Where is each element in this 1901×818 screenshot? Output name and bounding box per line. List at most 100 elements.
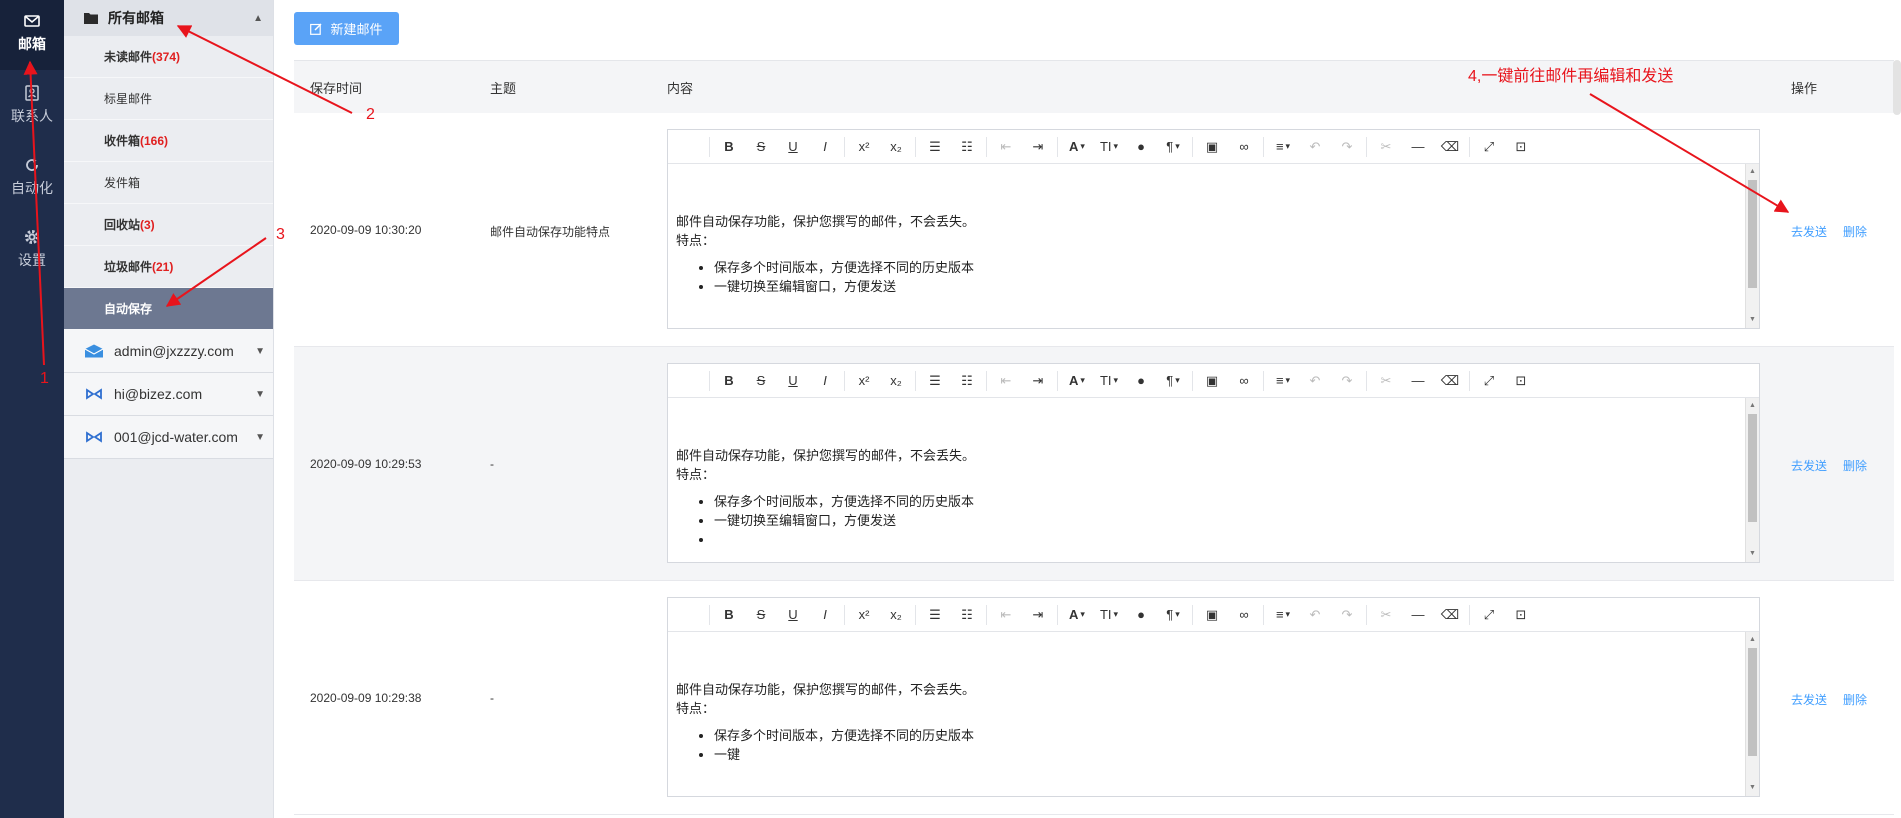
editor-content[interactable]: 邮件自动保存功能，保护您撰写的邮件，不会丢失。特点： 保存多个时间版本，方便选择不… xyxy=(668,164,1745,328)
italic-icon[interactable]: I xyxy=(809,364,841,398)
bullet-list-icon[interactable]: ☰ xyxy=(919,598,951,632)
paragraph-icon[interactable]: ¶ xyxy=(1157,130,1189,164)
font-size-icon[interactable]: TI xyxy=(1093,364,1125,398)
new-mail-button[interactable]: 新建邮件 xyxy=(294,12,399,45)
folder-starred[interactable]: 标星邮件 xyxy=(64,78,273,120)
scroll-down-arrow-icon[interactable]: ▼ xyxy=(1746,548,1759,560)
outdent-icon[interactable]: ⇤ xyxy=(990,130,1022,164)
subscript-icon[interactable]: x₂ xyxy=(880,598,912,632)
bold-icon[interactable]: B xyxy=(713,364,745,398)
paragraph-icon[interactable]: ¶ xyxy=(1157,364,1189,398)
eraser-icon[interactable]: ⌫ xyxy=(1434,598,1466,632)
link-icon[interactable]: ∞ xyxy=(1228,364,1260,398)
indent-icon[interactable]: ⇥ xyxy=(1022,130,1054,164)
scroll-down-arrow-icon[interactable]: ▼ xyxy=(1746,314,1759,326)
outdent-icon[interactable]: ⇤ xyxy=(990,364,1022,398)
page-scrollbar[interactable] xyxy=(1893,60,1901,115)
rich-text-editor[interactable]: BSUIx²x₂☰☷⇤⇥ATI●¶▣∞≡↶↷✂—⌫⤢⊡邮件自动保存功能，保护您撰… xyxy=(667,129,1760,329)
undo-icon[interactable]: ↶ xyxy=(1299,364,1331,398)
subscript-icon[interactable]: x₂ xyxy=(880,364,912,398)
align-icon[interactable]: ≡ xyxy=(1267,130,1299,164)
bold-icon[interactable]: B xyxy=(713,598,745,632)
select-all-icon[interactable]: ⊡ xyxy=(1505,598,1537,632)
horizontal-rule-icon[interactable]: — xyxy=(1402,598,1434,632)
font-size-icon[interactable]: TI xyxy=(1093,130,1125,164)
image-icon[interactable]: ▣ xyxy=(1196,130,1228,164)
editor-content[interactable]: 邮件自动保存功能，保护您撰写的邮件，不会丢失。特点： 保存多个时间版本，方便选择不… xyxy=(668,398,1745,562)
rail-item-automation[interactable]: 自动化 xyxy=(0,144,64,214)
account-admin[interactable]: admin@jxzzzy.com ▼ xyxy=(64,330,273,373)
editor-scrollbar[interactable]: ▲ ▼ xyxy=(1745,632,1759,796)
fullscreen-icon[interactable]: ⤢ xyxy=(1473,364,1505,398)
all-mailboxes-header[interactable]: 所有邮箱 ▲ xyxy=(64,0,273,36)
folder-unread[interactable]: 未读邮件 (374) xyxy=(64,36,273,78)
eraser-icon[interactable]: ⌫ xyxy=(1434,130,1466,164)
send-link[interactable]: 去发送 xyxy=(1791,223,1827,240)
fullscreen-icon[interactable]: ⤢ xyxy=(1473,130,1505,164)
select-all-icon[interactable]: ⊡ xyxy=(1505,364,1537,398)
scroll-down-arrow-icon[interactable]: ▼ xyxy=(1746,782,1759,794)
bullet-list-icon[interactable]: ☰ xyxy=(919,364,951,398)
numbered-list-icon[interactable]: ☷ xyxy=(951,130,983,164)
superscript-icon[interactable]: x² xyxy=(848,598,880,632)
underline-icon[interactable]: U xyxy=(777,130,809,164)
scroll-thumb[interactable] xyxy=(1748,180,1757,288)
fill-color-icon[interactable]: ● xyxy=(1125,598,1157,632)
delete-link[interactable]: 删除 xyxy=(1843,691,1867,708)
account-jcd-water[interactable]: 001@jcd-water.com ▼ xyxy=(64,416,273,459)
align-icon[interactable]: ≡ xyxy=(1267,364,1299,398)
fullscreen-icon[interactable]: ⤢ xyxy=(1473,598,1505,632)
italic-icon[interactable]: I xyxy=(809,130,841,164)
indent-icon[interactable]: ⇥ xyxy=(1022,364,1054,398)
link-icon[interactable]: ∞ xyxy=(1228,130,1260,164)
underline-icon[interactable]: U xyxy=(777,364,809,398)
scroll-up-arrow-icon[interactable]: ▲ xyxy=(1746,634,1759,646)
rail-item-contacts[interactable]: 联系人 xyxy=(0,72,64,142)
undo-icon[interactable]: ↶ xyxy=(1299,130,1331,164)
send-link[interactable]: 去发送 xyxy=(1791,691,1827,708)
superscript-icon[interactable]: x² xyxy=(848,130,880,164)
font-color-icon[interactable]: A xyxy=(1061,364,1093,398)
font-color-icon[interactable]: A xyxy=(1061,598,1093,632)
outdent-icon[interactable]: ⇤ xyxy=(990,598,1022,632)
rich-text-editor[interactable]: BSUIx²x₂☰☷⇤⇥ATI●¶▣∞≡↶↷✂—⌫⤢⊡邮件自动保存功能，保护您撰… xyxy=(667,363,1760,563)
cut-icon[interactable]: ✂ xyxy=(1370,364,1402,398)
delete-link[interactable]: 删除 xyxy=(1843,457,1867,474)
paragraph-icon[interactable]: ¶ xyxy=(1157,598,1189,632)
bullet-list-icon[interactable]: ☰ xyxy=(919,130,951,164)
redo-icon[interactable]: ↷ xyxy=(1331,598,1363,632)
rail-item-settings[interactable]: 设置 xyxy=(0,216,64,286)
horizontal-rule-icon[interactable]: — xyxy=(1402,364,1434,398)
subscript-icon[interactable]: x₂ xyxy=(880,130,912,164)
cut-icon[interactable]: ✂ xyxy=(1370,130,1402,164)
superscript-icon[interactable]: x² xyxy=(848,364,880,398)
folder-trash[interactable]: 回收站 (3) xyxy=(64,204,273,246)
rail-item-mailbox[interactable]: 邮箱 xyxy=(0,0,64,70)
strikethrough-icon[interactable]: S xyxy=(745,364,777,398)
select-all-icon[interactable]: ⊡ xyxy=(1505,130,1537,164)
account-bizez[interactable]: hi@bizez.com ▼ xyxy=(64,373,273,416)
font-size-icon[interactable]: TI xyxy=(1093,598,1125,632)
align-icon[interactable]: ≡ xyxy=(1267,598,1299,632)
image-icon[interactable]: ▣ xyxy=(1196,364,1228,398)
scroll-up-arrow-icon[interactable]: ▲ xyxy=(1746,166,1759,178)
folder-sent[interactable]: 发件箱 xyxy=(64,162,273,204)
editor-scrollbar[interactable]: ▲ ▼ xyxy=(1745,164,1759,328)
folder-spam[interactable]: 垃圾邮件 (21) xyxy=(64,246,273,288)
image-icon[interactable]: ▣ xyxy=(1196,598,1228,632)
scroll-thumb[interactable] xyxy=(1748,414,1757,522)
eraser-icon[interactable]: ⌫ xyxy=(1434,364,1466,398)
strikethrough-icon[interactable]: S xyxy=(745,598,777,632)
fill-color-icon[interactable]: ● xyxy=(1125,364,1157,398)
horizontal-rule-icon[interactable]: — xyxy=(1402,130,1434,164)
rich-text-editor[interactable]: BSUIx²x₂☰☷⇤⇥ATI●¶▣∞≡↶↷✂—⌫⤢⊡邮件自动保存功能，保护您撰… xyxy=(667,597,1760,797)
underline-icon[interactable]: U xyxy=(777,598,809,632)
scroll-up-arrow-icon[interactable]: ▲ xyxy=(1746,400,1759,412)
link-icon[interactable]: ∞ xyxy=(1228,598,1260,632)
source-code-icon[interactable] xyxy=(674,364,706,398)
strikethrough-icon[interactable]: S xyxy=(745,130,777,164)
numbered-list-icon[interactable]: ☷ xyxy=(951,598,983,632)
scroll-thumb[interactable] xyxy=(1748,648,1757,756)
cut-icon[interactable]: ✂ xyxy=(1370,598,1402,632)
undo-icon[interactable]: ↶ xyxy=(1299,598,1331,632)
